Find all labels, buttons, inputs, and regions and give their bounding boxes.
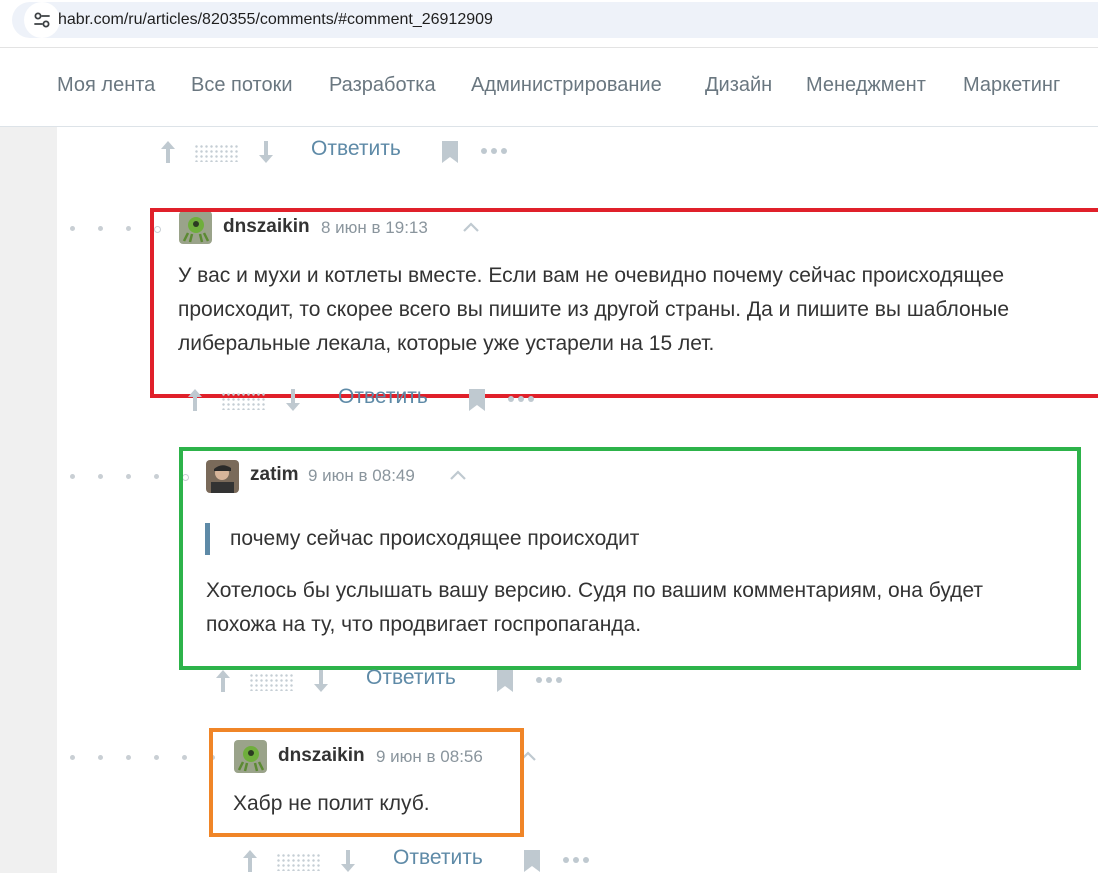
bookmark-icon[interactable] bbox=[468, 388, 486, 412]
thread-indent bbox=[70, 752, 220, 762]
more-horizontal-icon[interactable] bbox=[562, 856, 590, 864]
arrow-up-icon[interactable] bbox=[240, 848, 260, 874]
more-horizontal-icon[interactable] bbox=[535, 676, 563, 684]
nav-management[interactable]: Менеджмент bbox=[806, 74, 926, 97]
arrow-down-icon[interactable] bbox=[283, 387, 303, 413]
tune-icon bbox=[34, 12, 50, 28]
bookmark-icon[interactable] bbox=[523, 849, 541, 873]
reply-link[interactable]: Ответить bbox=[366, 666, 456, 690]
nav-all-streams[interactable]: Все потоки bbox=[191, 74, 293, 97]
reply-link[interactable]: Ответить bbox=[311, 137, 401, 161]
more-horizontal-icon[interactable] bbox=[480, 147, 508, 155]
site-nav: Моя лента Все потоки Разработка Админист… bbox=[0, 48, 1098, 127]
reply-link[interactable]: Ответить bbox=[393, 846, 483, 870]
nav-development[interactable]: Разработка bbox=[329, 74, 436, 97]
arrow-up-icon[interactable] bbox=[213, 668, 233, 694]
arrow-up-icon[interactable] bbox=[158, 139, 178, 165]
vote-score bbox=[221, 392, 266, 410]
vote-score bbox=[276, 853, 321, 871]
arrow-up-icon[interactable] bbox=[185, 387, 205, 413]
more-horizontal-icon[interactable] bbox=[507, 395, 535, 403]
vote-score bbox=[194, 144, 239, 162]
page-gutter bbox=[0, 127, 57, 873]
arrow-down-icon[interactable] bbox=[311, 668, 331, 694]
highlight-box-red bbox=[150, 208, 1098, 398]
arrow-down-icon[interactable] bbox=[256, 139, 276, 165]
browser-address-bar: habr.com/ru/articles/820355/comments/#co… bbox=[0, 0, 1098, 48]
reply-link[interactable]: Ответить bbox=[338, 385, 428, 409]
comment-actions: Ответить bbox=[240, 846, 600, 876]
url-text[interactable]: habr.com/ru/articles/820355/comments/#co… bbox=[58, 11, 493, 29]
nav-marketing[interactable]: Маркетинг bbox=[963, 74, 1060, 97]
nav-design[interactable]: Дизайн bbox=[705, 74, 772, 97]
bookmark-icon[interactable] bbox=[496, 669, 514, 693]
url-field[interactable]: habr.com/ru/articles/820355/comments/#co… bbox=[12, 2, 1098, 38]
comment-actions: Ответить bbox=[158, 137, 518, 167]
comment-actions: Ответить bbox=[213, 666, 573, 696]
vote-score bbox=[249, 673, 294, 691]
comment-actions: Ответить bbox=[185, 385, 545, 415]
highlight-box-green bbox=[179, 447, 1081, 670]
bookmark-icon[interactable] bbox=[441, 140, 459, 164]
site-settings-button[interactable] bbox=[24, 2, 60, 38]
nav-administration[interactable]: Администрирование bbox=[471, 74, 662, 97]
thread-indent bbox=[70, 471, 190, 481]
arrow-down-icon[interactable] bbox=[338, 848, 358, 874]
highlight-box-orange bbox=[209, 728, 524, 837]
nav-my-feed[interactable]: Моя лента bbox=[57, 74, 155, 97]
